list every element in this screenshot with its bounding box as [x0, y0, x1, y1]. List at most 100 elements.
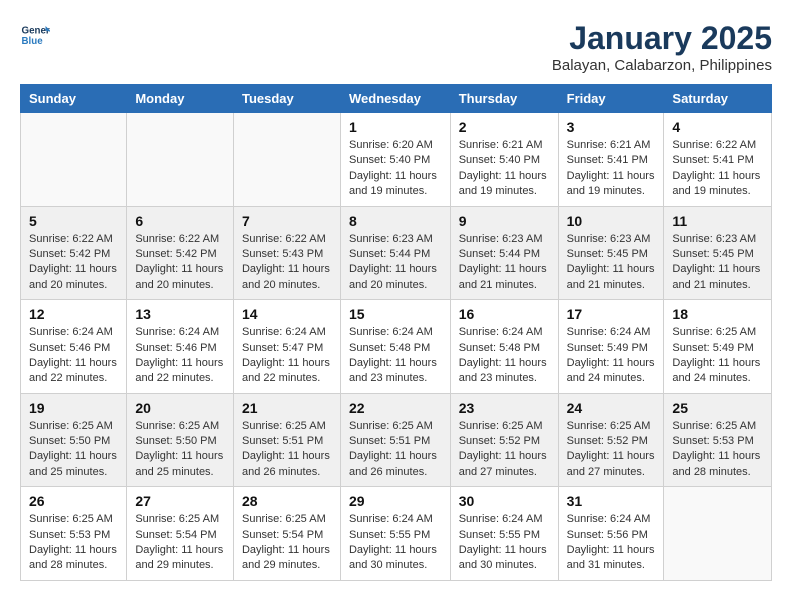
weekday-header: Friday — [558, 85, 664, 113]
weekday-header: Tuesday — [233, 85, 340, 113]
day-number: 2 — [459, 119, 550, 135]
calendar-day-cell: 14 Sunrise: 6:24 AMSunset: 5:47 PMDayligh… — [233, 300, 340, 394]
day-info: Sunrise: 6:25 AMSunset: 5:50 PMDaylight:… — [29, 419, 118, 481]
calendar-week-row: 1 Sunrise: 6:20 AMSunset: 5:40 PMDaylight… — [21, 113, 772, 207]
day-number: 22 — [349, 400, 442, 416]
day-number: 24 — [567, 400, 656, 416]
day-number: 1 — [349, 119, 442, 135]
day-info: Sunrise: 6:25 AMSunset: 5:54 PMDaylight:… — [135, 512, 225, 574]
calendar-day-cell — [664, 487, 772, 581]
day-info: Sunrise: 6:22 AMSunset: 5:41 PMDaylight:… — [672, 138, 763, 200]
day-number: 25 — [672, 400, 763, 416]
logo: General Blue — [20, 20, 52, 50]
calendar-day-cell: 24 Sunrise: 6:25 AMSunset: 5:52 PMDayligh… — [558, 393, 664, 487]
day-info: Sunrise: 6:25 AMSunset: 5:51 PMDaylight:… — [242, 419, 332, 481]
day-number: 12 — [29, 306, 118, 322]
calendar-day-cell: 1 Sunrise: 6:20 AMSunset: 5:40 PMDaylight… — [340, 113, 450, 207]
day-info: Sunrise: 6:22 AMSunset: 5:42 PMDaylight:… — [135, 232, 225, 294]
month-title: January 2025 — [552, 20, 772, 57]
day-info: Sunrise: 6:24 AMSunset: 5:48 PMDaylight:… — [459, 325, 550, 387]
day-number: 5 — [29, 213, 118, 229]
day-info: Sunrise: 6:23 AMSunset: 5:45 PMDaylight:… — [567, 232, 656, 294]
day-number: 15 — [349, 306, 442, 322]
calendar-day-cell: 17 Sunrise: 6:24 AMSunset: 5:49 PMDayligh… — [558, 300, 664, 394]
weekday-header: Sunday — [21, 85, 127, 113]
day-number: 17 — [567, 306, 656, 322]
day-number: 21 — [242, 400, 332, 416]
calendar-week-row: 5 Sunrise: 6:22 AMSunset: 5:42 PMDaylight… — [21, 206, 772, 300]
calendar-day-cell: 31 Sunrise: 6:24 AMSunset: 5:56 PMDayligh… — [558, 487, 664, 581]
day-info: Sunrise: 6:22 AMSunset: 5:43 PMDaylight:… — [242, 232, 332, 294]
weekday-header: Monday — [127, 85, 234, 113]
calendar-day-cell: 26Sunrise: 6:25 AMSunset: 5:53 PMDayligh… — [21, 487, 127, 581]
calendar-day-cell: 25 Sunrise: 6:25 AMSunset: 5:53 PMDayligh… — [664, 393, 772, 487]
calendar-day-cell: 9Sunrise: 6:23 AMSunset: 5:44 PMDaylight… — [450, 206, 558, 300]
calendar-day-cell: 22 Sunrise: 6:25 AMSunset: 5:51 PMDayligh… — [340, 393, 450, 487]
day-info: Sunrise: 6:22 AMSunset: 5:42 PMDaylight:… — [29, 232, 118, 294]
day-info: Sunrise: 6:24 AMSunset: 5:47 PMDaylight:… — [242, 325, 332, 387]
day-info: Sunrise: 6:21 AMSunset: 5:40 PMDaylight:… — [459, 138, 550, 200]
calendar-day-cell — [21, 113, 127, 207]
day-info: Sunrise: 6:25 AMSunset: 5:49 PMDaylight:… — [672, 325, 763, 387]
day-info: Sunrise: 6:24 AMSunset: 5:46 PMDaylight:… — [29, 325, 118, 387]
day-number: 19 — [29, 400, 118, 416]
day-info: Sunrise: 6:25 AMSunset: 5:54 PMDaylight:… — [242, 512, 332, 574]
calendar-day-cell: 23 Sunrise: 6:25 AMSunset: 5:52 PMDayligh… — [450, 393, 558, 487]
day-number: 10 — [567, 213, 656, 229]
calendar-day-cell: 2 Sunrise: 6:21 AMSunset: 5:40 PMDaylight… — [450, 113, 558, 207]
day-info: Sunrise: 6:24 AMSunset: 5:56 PMDaylight:… — [567, 512, 656, 574]
day-info: Sunrise: 6:24 AMSunset: 5:49 PMDaylight:… — [567, 325, 656, 387]
calendar-day-cell: 6 Sunrise: 6:22 AMSunset: 5:42 PMDaylight… — [127, 206, 234, 300]
calendar-day-cell: 13 Sunrise: 6:24 AMSunset: 5:46 PMDayligh… — [127, 300, 234, 394]
day-number: 26 — [29, 493, 118, 509]
day-number: 11 — [672, 213, 763, 229]
calendar-day-cell: 15 Sunrise: 6:24 AMSunset: 5:48 PMDayligh… — [340, 300, 450, 394]
calendar-table: SundayMondayTuesdayWednesdayThursdayFrid… — [20, 84, 772, 581]
calendar-week-row: 12 Sunrise: 6:24 AMSunset: 5:46 PMDayligh… — [21, 300, 772, 394]
calendar-day-cell: 10 Sunrise: 6:23 AMSunset: 5:45 PMDayligh… — [558, 206, 664, 300]
calendar-day-cell: 21 Sunrise: 6:25 AMSunset: 5:51 PMDayligh… — [233, 393, 340, 487]
calendar-week-row: 26Sunrise: 6:25 AMSunset: 5:53 PMDayligh… — [21, 487, 772, 581]
day-info: Sunrise: 6:25 AMSunset: 5:53 PMDaylight:… — [672, 419, 763, 481]
day-number: 18 — [672, 306, 763, 322]
day-info: Sunrise: 6:24 AMSunset: 5:46 PMDaylight:… — [135, 325, 225, 387]
day-info: Sunrise: 6:20 AMSunset: 5:40 PMDaylight:… — [349, 138, 442, 200]
day-number: 31 — [567, 493, 656, 509]
day-info: Sunrise: 6:23 AMSunset: 5:44 PMDaylight:… — [459, 232, 550, 294]
location-subtitle: Balayan, Calabarzon, Philippines — [552, 57, 772, 74]
day-number: 16 — [459, 306, 550, 322]
day-number: 28 — [242, 493, 332, 509]
day-number: 13 — [135, 306, 225, 322]
calendar-day-cell: 28 Sunrise: 6:25 AMSunset: 5:54 PMDayligh… — [233, 487, 340, 581]
day-info: Sunrise: 6:24 AMSunset: 5:48 PMDaylight:… — [349, 325, 442, 387]
header: General Blue January 2025 Balayan, Calab… — [20, 20, 772, 74]
day-number: 14 — [242, 306, 332, 322]
logo-icon: General Blue — [20, 20, 50, 50]
calendar-day-cell: 29 Sunrise: 6:24 AMSunset: 5:55 PMDayligh… — [340, 487, 450, 581]
weekday-header-row: SundayMondayTuesdayWednesdayThursdayFrid… — [21, 85, 772, 113]
day-number: 6 — [135, 213, 225, 229]
calendar-day-cell: 4Sunrise: 6:22 AMSunset: 5:41 PMDaylight… — [664, 113, 772, 207]
weekday-header: Thursday — [450, 85, 558, 113]
calendar-day-cell: 11 Sunrise: 6:23 AMSunset: 5:45 PMDayligh… — [664, 206, 772, 300]
day-number: 7 — [242, 213, 332, 229]
day-number: 27 — [135, 493, 225, 509]
day-number: 30 — [459, 493, 550, 509]
day-number: 23 — [459, 400, 550, 416]
calendar-week-row: 19 Sunrise: 6:25 AMSunset: 5:50 PMDayligh… — [21, 393, 772, 487]
calendar-day-cell: 7 Sunrise: 6:22 AMSunset: 5:43 PMDaylight… — [233, 206, 340, 300]
day-info: Sunrise: 6:25 AMSunset: 5:52 PMDaylight:… — [567, 419, 656, 481]
day-info: Sunrise: 6:25 AMSunset: 5:52 PMDaylight:… — [459, 419, 550, 481]
day-info: Sunrise: 6:23 AMSunset: 5:45 PMDaylight:… — [672, 232, 763, 294]
weekday-header: Wednesday — [340, 85, 450, 113]
day-info: Sunrise: 6:25 AMSunset: 5:51 PMDaylight:… — [349, 419, 442, 481]
calendar-day-cell: 5 Sunrise: 6:22 AMSunset: 5:42 PMDaylight… — [21, 206, 127, 300]
day-number: 29 — [349, 493, 442, 509]
calendar-day-cell: 19 Sunrise: 6:25 AMSunset: 5:50 PMDayligh… — [21, 393, 127, 487]
day-info: Sunrise: 6:21 AMSunset: 5:41 PMDaylight:… — [567, 138, 656, 200]
calendar-day-cell: 16 Sunrise: 6:24 AMSunset: 5:48 PMDayligh… — [450, 300, 558, 394]
calendar-day-cell: 30Sunrise: 6:24 AMSunset: 5:55 PMDayligh… — [450, 487, 558, 581]
day-info: Sunrise: 6:24 AMSunset: 5:55 PMDaylight:… — [349, 512, 442, 574]
day-info: Sunrise: 6:23 AMSunset: 5:44 PMDaylight:… — [349, 232, 442, 294]
day-info: Sunrise: 6:25 AMSunset: 5:50 PMDaylight:… — [135, 419, 225, 481]
